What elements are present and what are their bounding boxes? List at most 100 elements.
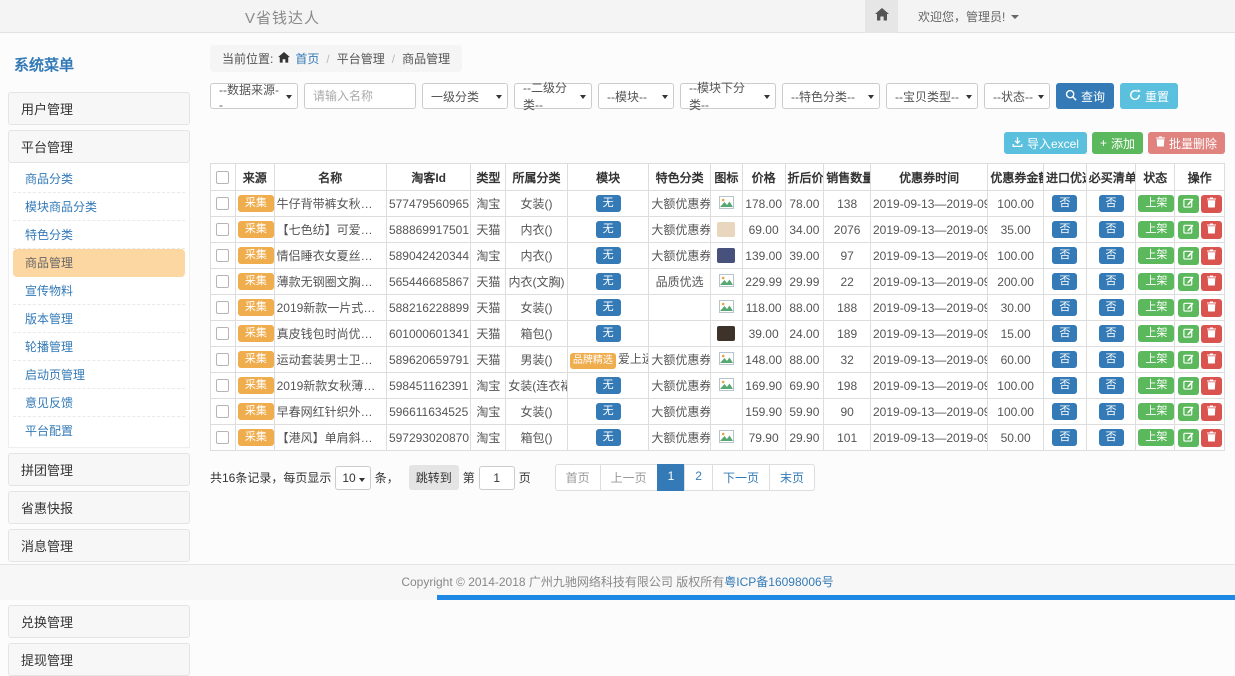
filter-module-select[interactable]: --模块-- — [598, 83, 674, 109]
status-badge[interactable]: 上架 — [1138, 429, 1174, 446]
edit-button[interactable] — [1178, 351, 1199, 369]
sidebar-item-goods-management[interactable]: 商品管理 — [13, 249, 185, 277]
batch-delete-button[interactable]: 批量删除 — [1148, 132, 1225, 154]
import-select-badge[interactable]: 否 — [1052, 195, 1077, 212]
row-checkbox[interactable] — [216, 249, 229, 262]
status-badge[interactable]: 上架 — [1138, 221, 1174, 238]
must-buy-badge[interactable]: 否 — [1099, 299, 1124, 316]
filter-status-select[interactable]: --状态-- — [984, 83, 1050, 109]
delete-button[interactable] — [1201, 247, 1222, 265]
sidebar-item-message[interactable]: 消息管理 — [8, 529, 190, 562]
filter-item-type-select[interactable]: --宝贝类型-- — [886, 83, 978, 109]
sidebar-item-platform[interactable]: 平台管理 — [8, 130, 190, 163]
page-number-input[interactable] — [479, 466, 515, 490]
row-checkbox[interactable] — [216, 353, 229, 366]
delete-button[interactable] — [1201, 429, 1222, 447]
pager-prev[interactable]: 上一页 — [600, 464, 658, 491]
must-buy-badge[interactable]: 否 — [1099, 377, 1124, 394]
must-buy-badge[interactable]: 否 — [1099, 351, 1124, 368]
row-checkbox[interactable] — [216, 223, 229, 236]
import-select-badge[interactable]: 否 — [1052, 403, 1077, 420]
edit-button[interactable] — [1178, 429, 1199, 447]
import-select-badge[interactable]: 否 — [1052, 299, 1077, 316]
delete-button[interactable] — [1201, 403, 1222, 421]
filter-feature-select[interactable]: --特色分类-- — [782, 83, 880, 109]
jump-button[interactable]: 跳转到 — [409, 465, 459, 490]
edit-button[interactable] — [1178, 403, 1199, 421]
filter-source-select[interactable]: --数据来源-- — [210, 83, 298, 109]
pager-last[interactable]: 末页 — [769, 464, 815, 491]
delete-button[interactable] — [1201, 325, 1222, 343]
sidebar-item-module-goods-category[interactable]: 模块商品分类 — [13, 193, 185, 221]
row-checkbox[interactable] — [216, 301, 229, 314]
delete-button[interactable] — [1201, 351, 1222, 369]
pager-first[interactable]: 首页 — [555, 464, 601, 491]
status-badge[interactable]: 上架 — [1138, 273, 1174, 290]
sidebar-item-groupbuy[interactable]: 拼团管理 — [8, 453, 190, 486]
search-button[interactable]: 查询 — [1056, 83, 1114, 109]
status-badge[interactable]: 上架 — [1138, 299, 1174, 316]
filter-level1-select[interactable]: 一级分类 — [422, 83, 508, 109]
must-buy-badge[interactable]: 否 — [1099, 195, 1124, 212]
sidebar-item-platform-config[interactable]: 平台配置 — [13, 417, 185, 444]
must-buy-badge[interactable]: 否 — [1099, 247, 1124, 264]
import-select-badge[interactable]: 否 — [1052, 221, 1077, 238]
edit-button[interactable] — [1178, 325, 1199, 343]
import-select-badge[interactable]: 否 — [1052, 273, 1077, 290]
delete-button[interactable] — [1201, 299, 1222, 317]
delete-button[interactable] — [1201, 221, 1222, 239]
row-checkbox[interactable] — [216, 405, 229, 418]
sidebar-item-splash-management[interactable]: 启动页管理 — [13, 361, 185, 389]
edit-button[interactable] — [1178, 247, 1199, 265]
add-button[interactable]: + 添加 — [1092, 132, 1143, 154]
pager-next[interactable]: 下一页 — [712, 464, 770, 491]
import-select-badge[interactable]: 否 — [1052, 325, 1077, 342]
must-buy-badge[interactable]: 否 — [1099, 325, 1124, 342]
status-badge[interactable]: 上架 — [1138, 325, 1174, 342]
icp-link[interactable]: 粤ICP备16098006号 — [724, 575, 833, 589]
edit-button[interactable] — [1178, 221, 1199, 239]
row-checkbox[interactable] — [216, 327, 229, 340]
name-search-input[interactable] — [304, 83, 416, 109]
pager-2[interactable]: 2 — [684, 464, 713, 491]
filter-level2-select[interactable]: --二级分类-- — [514, 83, 592, 109]
status-badge[interactable]: 上架 — [1138, 195, 1174, 212]
pager-1[interactable]: 1 — [657, 464, 686, 491]
page-size-select[interactable]: 10 — [335, 466, 370, 490]
must-buy-badge[interactable]: 否 — [1099, 273, 1124, 290]
sidebar-item-users[interactable]: 用户管理 — [8, 92, 190, 125]
status-badge[interactable]: 上架 — [1138, 403, 1174, 420]
breadcrumb-home-link[interactable]: 首页 — [295, 50, 319, 67]
home-button[interactable] — [865, 0, 898, 33]
import-excel-button[interactable]: 导入excel — [1004, 132, 1087, 154]
delete-button[interactable] — [1201, 377, 1222, 395]
sidebar-item-version-management[interactable]: 版本管理 — [13, 305, 185, 333]
row-checkbox[interactable] — [216, 431, 229, 444]
edit-button[interactable] — [1178, 299, 1199, 317]
sidebar-item-promo-material[interactable]: 宣传物料 — [13, 277, 185, 305]
import-select-badge[interactable]: 否 — [1052, 351, 1077, 368]
reset-button[interactable]: 重置 — [1120, 83, 1178, 109]
sidebar-item-withdraw[interactable]: 提现管理 — [8, 643, 190, 676]
user-menu[interactable]: 欢迎您，管理员! — [918, 8, 1019, 25]
filter-module-sub-select[interactable]: --模块下分类-- — [680, 83, 776, 109]
status-badge[interactable]: 上架 — [1138, 247, 1174, 264]
edit-button[interactable] — [1178, 273, 1199, 291]
import-select-badge[interactable]: 否 — [1052, 377, 1077, 394]
sidebar-item-feature-category[interactable]: 特色分类 — [13, 221, 185, 249]
row-checkbox[interactable] — [216, 275, 229, 288]
row-checkbox[interactable] — [216, 379, 229, 392]
delete-button[interactable] — [1201, 273, 1222, 291]
status-badge[interactable]: 上架 — [1138, 377, 1174, 394]
delete-button[interactable] — [1201, 195, 1222, 213]
row-checkbox[interactable] — [216, 197, 229, 210]
sidebar-item-exchange[interactable]: 兑换管理 — [8, 605, 190, 638]
edit-button[interactable] — [1178, 195, 1199, 213]
edit-button[interactable] — [1178, 377, 1199, 395]
must-buy-badge[interactable]: 否 — [1099, 403, 1124, 420]
sidebar-item-feedback[interactable]: 意见反馈 — [13, 389, 185, 417]
status-badge[interactable]: 上架 — [1138, 351, 1174, 368]
import-select-badge[interactable]: 否 — [1052, 247, 1077, 264]
import-select-badge[interactable]: 否 — [1052, 429, 1077, 446]
must-buy-badge[interactable]: 否 — [1099, 221, 1124, 238]
